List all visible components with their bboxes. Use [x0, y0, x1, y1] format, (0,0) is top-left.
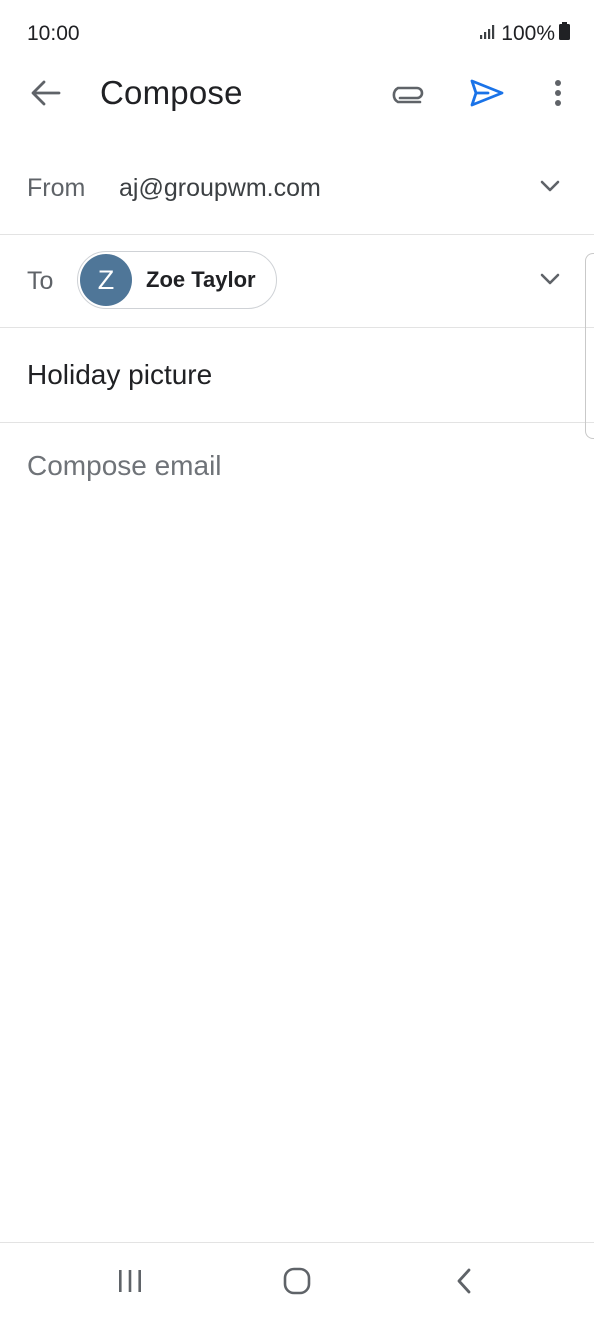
- from-expand-button[interactable]: [530, 168, 570, 208]
- paperclip-icon: [390, 82, 426, 109]
- system-nav-bar: [0, 1242, 594, 1322]
- to-label: To: [27, 267, 54, 295]
- page-title: Compose: [100, 74, 243, 111]
- back-arrow-icon: [31, 80, 61, 111]
- from-address[interactable]: aj@groupwm.com: [119, 174, 321, 203]
- back-button[interactable]: [22, 71, 70, 119]
- status-time: 10:00: [27, 22, 80, 45]
- avatar: Z: [80, 254, 132, 306]
- subject-field[interactable]: Holiday picture: [27, 359, 212, 391]
- recent-apps-button[interactable]: [108, 1261, 152, 1305]
- more-vert-icon: [554, 79, 562, 112]
- send-icon: [470, 79, 504, 112]
- more-options-button[interactable]: [534, 71, 582, 119]
- battery-icon: [559, 22, 570, 46]
- from-label: From: [27, 174, 86, 202]
- back-icon: [456, 1268, 472, 1299]
- status-indicators: 100%: [479, 22, 570, 46]
- app-bar: Compose: [0, 60, 594, 132]
- edge-panel-handle[interactable]: [585, 253, 594, 439]
- home-button[interactable]: [275, 1261, 319, 1305]
- recipient-name: Zoe Taylor: [146, 267, 256, 292]
- recipient-chip[interactable]: Z Zoe Taylor: [77, 251, 277, 309]
- recent-apps-icon: [117, 1269, 143, 1298]
- home-icon: [283, 1267, 311, 1300]
- to-row[interactable]: To Z Zoe Taylor: [0, 235, 594, 328]
- chevron-down-icon: [540, 179, 560, 197]
- compose-screen: 10:00 100% Compose From aj@groupwm.com T…: [0, 0, 594, 1322]
- signal-icon: [479, 22, 497, 46]
- system-back-button[interactable]: [442, 1261, 486, 1305]
- chevron-down-icon: [540, 272, 560, 290]
- from-row[interactable]: From aj@groupwm.com: [0, 141, 594, 235]
- to-expand-button[interactable]: [530, 261, 570, 301]
- compose-body-field[interactable]: Compose email: [27, 450, 222, 482]
- attach-button[interactable]: [384, 71, 432, 119]
- battery-percentage: 100%: [501, 22, 555, 45]
- subject-row[interactable]: Holiday picture: [0, 328, 594, 423]
- send-button[interactable]: [463, 71, 511, 119]
